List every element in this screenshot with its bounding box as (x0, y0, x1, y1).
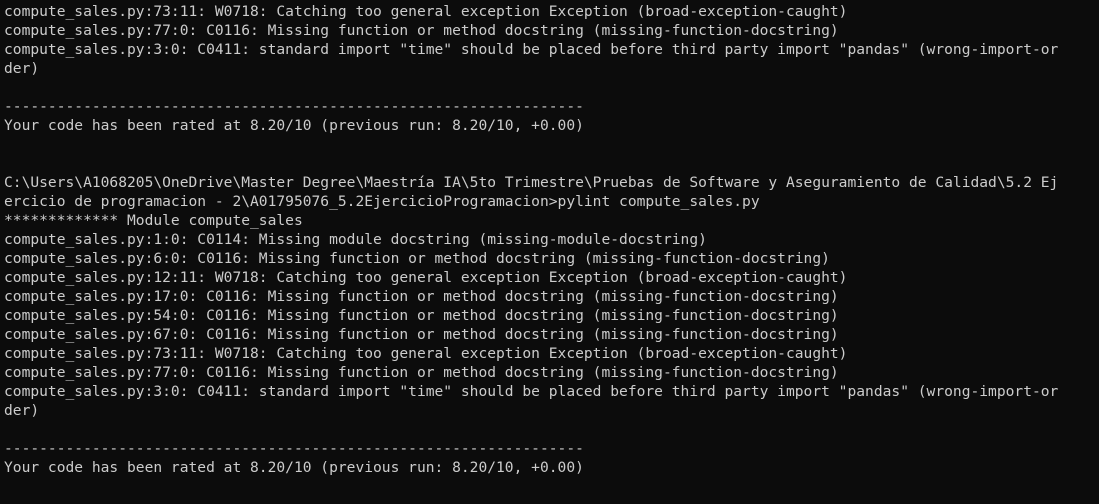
module-header-line: ************* Module compute_sales (4, 212, 303, 229)
prompt-line: C:\Users\A1068205\OneDrive\Master Degree… (4, 174, 1059, 191)
output-line: compute_sales.py:73:11: W0718: Catching … (4, 345, 848, 362)
output-line: compute_sales.py:77:0: C0116: Missing fu… (4, 22, 839, 39)
separator-line: ----------------------------------------… (4, 440, 584, 457)
rating-line: Your code has been rated at 8.20/10 (pre… (4, 459, 584, 476)
output-line: compute_sales.py:3:0: C0411: standard im… (4, 383, 1059, 400)
output-line: compute_sales.py:73:11: W0718: Catching … (4, 3, 848, 20)
output-line: der) (4, 60, 40, 77)
output-line: der) (4, 402, 40, 419)
output-line: compute_sales.py:17:0: C0116: Missing fu… (4, 288, 839, 305)
rating-line: Your code has been rated at 8.20/10 (pre… (4, 117, 584, 134)
output-line: compute_sales.py:1:0: C0114: Missing mod… (4, 231, 707, 248)
output-line: compute_sales.py:6:0: C0116: Missing fun… (4, 250, 830, 267)
output-line: compute_sales.py:77:0: C0116: Missing fu… (4, 364, 839, 381)
separator-line: ----------------------------------------… (4, 98, 584, 115)
output-line: compute_sales.py:67:0: C0116: Missing fu… (4, 326, 839, 343)
output-line: compute_sales.py:12:11: W0718: Catching … (4, 269, 848, 286)
output-line: compute_sales.py:54:0: C0116: Missing fu… (4, 307, 839, 324)
terminal-output[interactable]: compute_sales.py:73:11: W0718: Catching … (0, 0, 1099, 504)
prompt-command-line: ercicio de programacion - 2\A01795076_5.… (4, 193, 760, 210)
output-line: compute_sales.py:3:0: C0411: standard im… (4, 41, 1059, 58)
